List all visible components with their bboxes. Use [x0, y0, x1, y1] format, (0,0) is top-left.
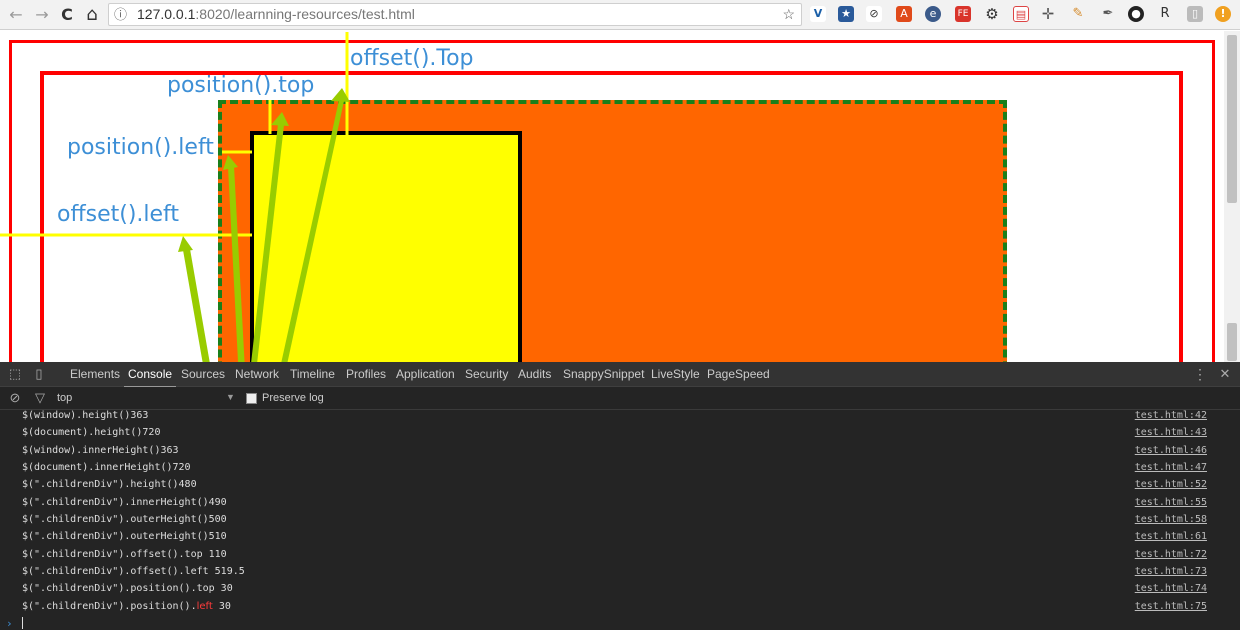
log-row: $(".childrenDiv").outerHeight()500 test.h…	[0, 511, 1240, 528]
tab-snappysnippet[interactable]: SnappySnippet	[563, 367, 644, 382]
dark-extension-icon[interactable]: ●	[1128, 6, 1144, 22]
log-message: $(".childrenDiv").offset().left 519.5	[22, 566, 245, 577]
log-row: $(".childrenDiv").innerHeight()490 test.h…	[0, 494, 1240, 511]
scrollbar-thumb[interactable]	[1227, 35, 1237, 203]
log-row: $(".childrenDiv").offset().left 519.5 tes…	[0, 563, 1240, 580]
log-row: $(".childrenDiv").outerHeight()510 test.h…	[0, 528, 1240, 545]
tab-security[interactable]: Security	[465, 367, 508, 382]
log-row: $(document).innerHeight()720 test.html:47	[0, 459, 1240, 476]
r-extension-icon[interactable]: R	[1157, 6, 1173, 22]
note-extension-icon[interactable]: ▤	[1013, 6, 1029, 22]
log-source-link[interactable]: test.html:72	[1135, 546, 1207, 563]
device-toggle-icon[interactable]: ▯	[31, 366, 47, 382]
tab-network[interactable]: Network	[235, 367, 279, 382]
log-source-link[interactable]: test.html:43	[1135, 424, 1207, 441]
offset-top-label: offset().Top	[350, 46, 474, 71]
log-message: $(document).innerHeight()720	[22, 462, 191, 473]
log-row: $(".childrenDiv").position().top 30 test.…	[0, 580, 1240, 597]
bookmark-extension-icon[interactable]: ★	[838, 6, 854, 22]
offset-left-label: offset().left	[57, 202, 180, 227]
log-source-link[interactable]: test.html:58	[1135, 511, 1207, 528]
console-prompt-icon: ›	[6, 617, 13, 630]
log-message: $(".childrenDiv").outerHeight()500	[22, 514, 227, 525]
log-message: $(".childrenDiv").position().top 30	[22, 583, 233, 594]
context-dropdown-icon[interactable]: ▼	[226, 392, 235, 402]
address-bar[interactable]: ⓘ 127.0.0.1:8020/learnning-resources/tes…	[108, 3, 802, 26]
log-source-link[interactable]: test.html:42	[1135, 407, 1207, 424]
log-row: $(".childrenDiv").position().left 30 test…	[0, 598, 1240, 615]
back-button[interactable]: ←	[6, 5, 26, 25]
position-top-label: position().top	[167, 73, 315, 98]
log-row: $(".childrenDiv").height()480 test.html:5…	[0, 476, 1240, 493]
log-message: $(".childrenDiv").position().left 30	[22, 598, 231, 615]
log-row: $(".childrenDiv").offset().top 110 test.h…	[0, 546, 1240, 563]
blocker-extension-icon[interactable]: ⊘	[866, 6, 882, 22]
devtools-panel: ⬚ ▯ Elements Console Sources Network Tim…	[0, 362, 1240, 630]
url-text: 127.0.0.1:8020/learnning-resources/test.…	[137, 4, 415, 25]
tab-application[interactable]: Application	[396, 367, 455, 382]
log-row: $(document).height()720 test.html:43	[0, 424, 1240, 441]
log-highlight-left: left	[196, 601, 213, 612]
children-div	[250, 131, 522, 362]
log-message: $(".childrenDiv").offset().top 110	[22, 549, 227, 560]
log-message-prefix: $(".childrenDiv").position().	[22, 601, 197, 612]
home-button[interactable]: ⌂	[82, 5, 102, 25]
tab-elements[interactable]: Elements	[70, 367, 120, 382]
page-scrollbar[interactable]	[1224, 31, 1240, 362]
log-message: $(window).height()363	[22, 410, 149, 421]
log-source-link[interactable]: test.html:46	[1135, 442, 1207, 459]
log-message: $(window).innerHeight()363	[22, 445, 179, 456]
more-menu-icon[interactable]: ⋮	[1192, 366, 1208, 382]
c-extension-icon[interactable]: e	[925, 6, 941, 22]
clear-console-icon[interactable]: ⊘	[7, 390, 23, 406]
log-source-link[interactable]: test.html:73	[1135, 563, 1207, 580]
log-message: $(".childrenDiv").outerHeight()510	[22, 531, 227, 542]
log-source-link[interactable]: test.html:52	[1135, 476, 1207, 493]
tab-livestyle[interactable]: LiveStyle	[651, 367, 700, 382]
browser-toolbar: ← → C ⌂ ⓘ 127.0.0.1:8020/learnning-resou…	[0, 0, 1240, 30]
log-source-link[interactable]: test.html:47	[1135, 459, 1207, 476]
preserve-log-checkbox[interactable]	[246, 393, 257, 404]
log-message: $(".childrenDiv").height()480	[22, 479, 197, 490]
forward-button[interactable]: →	[32, 5, 52, 25]
log-source-link[interactable]: test.html:61	[1135, 528, 1207, 545]
log-source-link[interactable]: test.html:55	[1135, 494, 1207, 511]
scrollbar-thumb-lower[interactable]	[1227, 323, 1237, 361]
eyedropper-icon[interactable]: ✒	[1100, 6, 1116, 22]
tab-timeline[interactable]: Timeline	[290, 367, 335, 382]
url-path: :8020/learnning-resources/test.html	[195, 6, 415, 22]
inspect-element-icon[interactable]: ⬚	[7, 366, 23, 382]
tab-audits[interactable]: Audits	[518, 367, 551, 382]
console-input[interactable]	[22, 617, 23, 629]
reload-button[interactable]: C	[57, 5, 77, 25]
log-message: $(document).height()720	[22, 427, 161, 438]
vuejs-devtools-icon[interactable]: V	[810, 6, 826, 22]
log-row: $(window).innerHeight()363 test.html:46	[0, 442, 1240, 459]
fe-extension-icon[interactable]: FE	[955, 6, 971, 22]
move-extension-icon[interactable]: ✛	[1040, 6, 1056, 22]
log-row: $(window).height()363 test.html:42	[0, 407, 1240, 424]
tab-pagespeed[interactable]: PageSpeed	[707, 367, 770, 382]
tab-profiles[interactable]: Profiles	[346, 367, 386, 382]
filter-icon[interactable]: ▽	[32, 390, 48, 406]
url-host: 127.0.0.1	[137, 6, 196, 22]
pdf-extension-icon[interactable]: A	[896, 6, 912, 22]
close-devtools-icon[interactable]: ✕	[1217, 366, 1233, 382]
context-selector[interactable]: top	[57, 392, 72, 404]
log-message: $(".childrenDiv").innerHeight()490	[22, 497, 227, 508]
log-source-link[interactable]: test.html:75	[1135, 598, 1207, 615]
log-source-link[interactable]: test.html:74	[1135, 580, 1207, 597]
bookmark-star-icon[interactable]: ☆	[782, 4, 795, 25]
gear-icon[interactable]: ⚙	[984, 6, 1000, 22]
preserve-log-label: Preserve log	[262, 392, 324, 404]
tool-extension-icon[interactable]: ✎	[1070, 6, 1086, 22]
tab-sources[interactable]: Sources	[181, 367, 225, 382]
log-message-tail: 30	[212, 601, 231, 612]
alert-extension-icon[interactable]: !	[1215, 6, 1231, 22]
devtools-tabbar: ⬚ ▯ Elements Console Sources Network Tim…	[0, 362, 1240, 388]
grey-extension-icon[interactable]: ▯	[1187, 6, 1203, 22]
tab-console[interactable]: Console	[123, 367, 177, 388]
info-icon[interactable]: ⓘ	[114, 4, 127, 25]
position-left-label: position().left	[67, 135, 214, 160]
